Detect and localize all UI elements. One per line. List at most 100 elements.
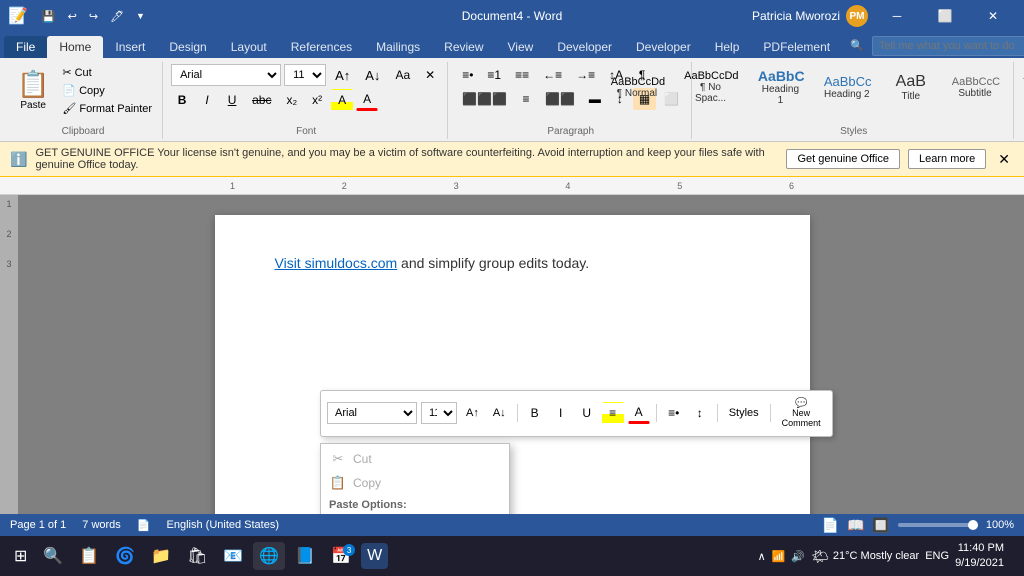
explorer-btn[interactable]: 📁 [145, 542, 177, 570]
ft-font-select[interactable]: Arial [327, 402, 417, 424]
change-case-btn[interactable]: Aa [389, 64, 416, 86]
learn-more-btn[interactable]: Learn more [908, 149, 986, 169]
page-info: Page 1 of 1 [10, 519, 66, 531]
notification-num-btn[interactable]: 📅3 [325, 542, 357, 570]
ft-increase-btn[interactable]: A↑ [461, 402, 484, 424]
font-increase-btn[interactable]: A↑ [329, 64, 356, 86]
tab-home[interactable]: Home [47, 36, 103, 58]
get-genuine-btn[interactable]: Get genuine Office [786, 149, 900, 169]
task-view-btn[interactable]: 📋 [73, 542, 105, 570]
tab-layout[interactable]: Layout [219, 36, 279, 58]
web-view-btn[interactable]: 🔲 [872, 517, 889, 534]
style-normal[interactable]: AaBbCcDd ¶ Normal [602, 72, 672, 103]
bullets-btn[interactable]: ≡• [456, 64, 479, 86]
edge-btn[interactable]: 🌀 [109, 542, 141, 570]
ft-new-comment-btn[interactable]: 💬 NewComment [777, 395, 826, 432]
clear-format-btn[interactable]: ✕ [419, 64, 441, 86]
format-painter-btn[interactable]: 🖌 Format Painter [58, 100, 156, 117]
numbering-btn[interactable]: ≡1 [481, 64, 507, 86]
notification-close-btn[interactable]: ✕ [994, 151, 1014, 168]
font-size-select[interactable]: 11 [284, 64, 326, 86]
subscript-btn[interactable]: x₂ [280, 89, 303, 111]
maximize-btn[interactable]: ⬜ [922, 0, 968, 32]
cut-btn[interactable]: ✂ Cut [58, 64, 156, 81]
ctx-copy[interactable]: 📋 Copy [321, 471, 509, 495]
align-left-btn[interactable]: ⬛⬛⬛ [456, 88, 513, 110]
store-btn[interactable]: 🛍 [181, 542, 213, 570]
read-view-btn[interactable]: 📄 [822, 517, 839, 534]
user-name: Patricia Mworozi [752, 9, 840, 23]
superscript-btn[interactable]: x² [306, 89, 328, 111]
decrease-indent-btn[interactable]: ←≡ [537, 64, 568, 86]
user-avatar[interactable]: PM [846, 5, 868, 27]
style-subtitle[interactable]: AaBbCcC Subtitle [943, 72, 1007, 103]
tab-pdfelement[interactable]: PDFelement [751, 36, 842, 58]
ft-bullets-btn[interactable]: ≡• [663, 402, 685, 424]
bold-btn[interactable]: B [171, 89, 193, 111]
strikethrough-btn[interactable]: abc [246, 89, 277, 111]
zoom-slider[interactable] [898, 523, 978, 527]
copy-btn[interactable]: 📄 Copy [58, 82, 156, 99]
sys-tray-up-btn[interactable]: ∧ [758, 550, 766, 563]
align-center-btn[interactable]: ≡ [515, 88, 537, 110]
ft-font-color-btn[interactable]: A [628, 402, 650, 424]
ctx-cut[interactable]: ✂ Cut [321, 447, 509, 471]
autosave-quick-btn[interactable]: 🖊 [106, 8, 128, 25]
ruler: 123456 [0, 177, 1024, 195]
tab-references[interactable]: References [279, 36, 364, 58]
redo-quick-btn[interactable]: ↪ [85, 8, 102, 25]
italic-btn[interactable]: I [196, 89, 218, 111]
tab-design[interactable]: Design [157, 36, 218, 58]
tab-help[interactable]: Help [703, 36, 752, 58]
font-decrease-btn[interactable]: A↓ [359, 64, 386, 86]
font-family-select[interactable]: Arial [171, 64, 281, 86]
close-btn[interactable]: ✕ [970, 0, 1016, 32]
search-taskbar-btn[interactable]: 🔍 [37, 542, 69, 570]
minimize-btn[interactable]: ─ [874, 0, 920, 32]
zoom-thumb[interactable] [968, 520, 978, 530]
paste-label: Paste [20, 100, 46, 111]
style-no-spacing[interactable]: AaBbCcDd ¶ No Spac... [675, 66, 746, 108]
hyperlink[interactable]: Visit simuldocs.com [275, 255, 398, 271]
multilevel-btn[interactable]: ≡≡ [509, 64, 535, 86]
tab-review[interactable]: Review [432, 36, 495, 58]
document-content[interactable]: Visit simuldocs.com and simplify group e… [275, 255, 750, 271]
start-btn[interactable]: ⊞ [8, 542, 33, 570]
ft-highlight-btn[interactable]: ≡ [602, 402, 624, 424]
tab-developer1[interactable]: Developer [545, 36, 624, 58]
chrome-btn[interactable]: 🌐 [253, 542, 285, 570]
save-quick-btn[interactable]: 💾 [38, 8, 60, 25]
ft-underline-btn[interactable]: U [576, 402, 598, 424]
ft-bold-btn[interactable]: B [524, 402, 546, 424]
underline-btn[interactable]: U [221, 89, 243, 111]
style-heading2[interactable]: AaBbCc Heading 2 [815, 70, 879, 104]
font-color-btn[interactable]: A [356, 89, 378, 111]
language-btn[interactable]: ENG [925, 550, 949, 562]
tab-file[interactable]: File [4, 36, 47, 58]
tab-developer2[interactable]: Developer [624, 36, 703, 58]
ft-line-spacing-btn[interactable]: ↕ [689, 402, 711, 424]
ft-decrease-btn[interactable]: A↓ [488, 402, 511, 424]
print-view-btn[interactable]: 📖 [847, 517, 864, 534]
style-title[interactable]: AaB Title [882, 69, 940, 106]
paste-btn[interactable]: 📋 Paste [10, 64, 56, 117]
increase-indent-btn[interactable]: →≡ [570, 64, 601, 86]
customize-quick-btn[interactable]: ▼ [132, 9, 149, 23]
ft-styles-btn[interactable]: Styles [724, 402, 764, 424]
align-right-btn[interactable]: ⬛⬛ [539, 88, 581, 110]
title-bar-left: 📝 💾 ↩ ↪ 🖊 ▼ [8, 6, 149, 26]
language-info[interactable]: English (United States) [167, 519, 280, 531]
undo-quick-btn[interactable]: ↩ [64, 8, 81, 25]
style-heading1[interactable]: AaBbC Heading 1 [749, 64, 812, 110]
teams-btn[interactable]: 📘 [289, 542, 321, 570]
tab-view[interactable]: View [496, 36, 546, 58]
ft-size-select[interactable]: 11 [421, 402, 457, 424]
tab-insert[interactable]: Insert [103, 36, 157, 58]
ft-sep4 [770, 404, 771, 422]
tab-mailings[interactable]: Mailings [364, 36, 432, 58]
mail-btn[interactable]: 📧 [217, 542, 249, 570]
word-taskbar-btn[interactable]: W [361, 543, 388, 569]
tell-me-input[interactable] [872, 36, 1024, 56]
ft-italic-btn[interactable]: I [550, 402, 572, 424]
highlight-btn[interactable]: A [331, 89, 353, 111]
